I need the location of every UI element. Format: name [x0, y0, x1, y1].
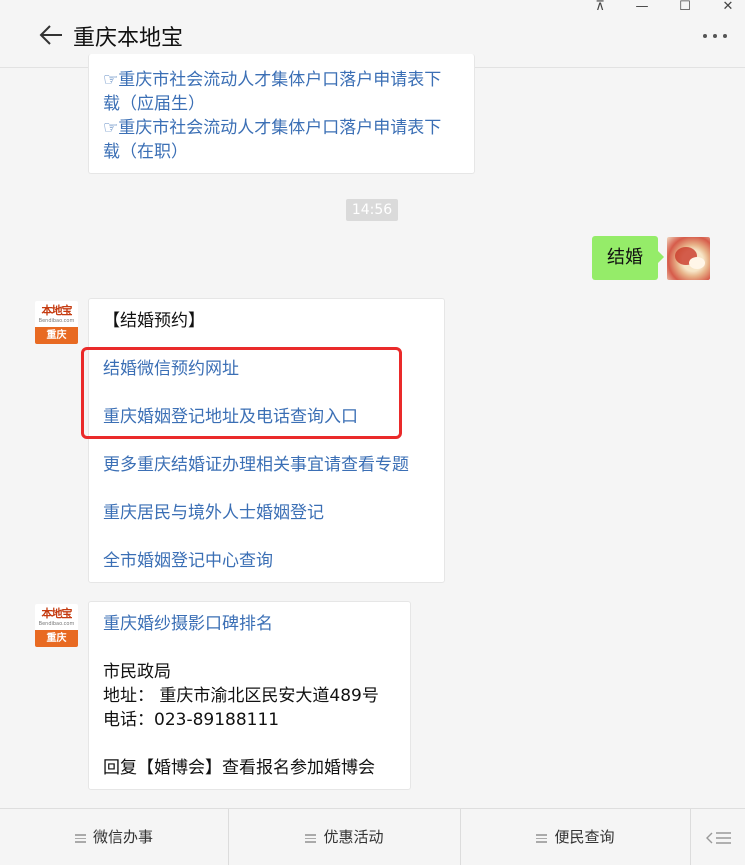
bendibao-avatar[interactable]: 本地宝 Bendibao.com 重庆 — [35, 604, 78, 647]
avatar-brand: 本地宝 — [41, 304, 73, 317]
maximize-icon[interactable]: ☐ — [670, 0, 700, 16]
message-timestamp: 14:56 — [346, 199, 398, 221]
menu-label: 优惠活动 — [323, 828, 384, 846]
close-icon[interactable]: ✕ — [713, 0, 743, 16]
bottom-menu-bar: 微信办事 优惠活动 便民查询 — [0, 808, 745, 865]
menu-convenience-query[interactable]: 便民查询 — [461, 809, 690, 865]
link-collective-hukou-employed-cont[interactable]: 载（在职） — [103, 140, 188, 164]
minimize-icon[interactable]: — — [627, 0, 657, 16]
menu-wechat-services[interactable]: 微信办事 — [0, 809, 228, 865]
avatar-domain: Bendibao.com — [38, 621, 75, 627]
reply-message-bubble-1: 【结婚预约】 结婚微信预约网址 重庆婚姻登记地址及电话查询入口 更多重庆结婚证办… — [88, 298, 445, 583]
reply-footer: 回复【婚博会】查看报名参加婚博会 — [103, 758, 375, 778]
menu-divider — [690, 809, 691, 865]
bendibao-avatar[interactable]: 本地宝 Bendibao.com 重庆 — [35, 301, 78, 344]
menu-promotions[interactable]: 优惠活动 — [229, 809, 460, 865]
avatar-domain: Bendibao.com — [38, 318, 75, 324]
link-collective-hukou-employed[interactable]: ☞重庆市社会流动人才集体户口落户申请表下 — [103, 116, 441, 140]
more-options-icon[interactable] — [703, 28, 729, 42]
reply-heading: 【结婚预约】 — [103, 311, 205, 331]
back-arrow-icon[interactable] — [38, 22, 64, 48]
chat-title: 重庆本地宝 — [73, 26, 184, 51]
menu-list-icon — [536, 834, 548, 843]
avatar-brand: 本地宝 — [41, 607, 73, 620]
keyboard-switch-icon[interactable] — [706, 831, 732, 845]
sent-message-bubble: 结婚 — [592, 236, 664, 280]
red-highlight-box — [81, 347, 402, 439]
previous-message-bubble: ☞重庆市社会流动人才集体户口落户申请表下 载（应届生） ☞重庆市社会流动人才集体… — [88, 54, 475, 174]
user-avatar[interactable] — [667, 237, 710, 280]
menu-label: 微信办事 — [92, 828, 153, 846]
link-collective-hukou-graduate[interactable]: ☞重庆市社会流动人才集体户口落户申请表下 — [103, 68, 441, 92]
link-foreign-marriage-registration[interactable]: 重庆居民与境外人士婚姻登记 — [103, 501, 324, 525]
avatar-city: 重庆 — [35, 327, 78, 344]
link-wedding-photo-ranking[interactable]: 重庆婚纱摄影口碑排名 — [103, 612, 273, 636]
menu-label: 便民查询 — [554, 828, 615, 846]
avatar-city: 重庆 — [35, 630, 78, 647]
link-collective-hukou-graduate-cont[interactable]: 载（应届生） — [103, 92, 205, 116]
pin-icon[interactable]: ⊼ — [585, 0, 615, 16]
link-marriage-cert-topic[interactable]: 更多重庆结婚证办理相关事宜请查看专题 — [103, 453, 409, 477]
org-phone: 电话：023-89188111 — [103, 710, 280, 730]
link-registry-center-query[interactable]: 全市婚姻登记中心查询 — [103, 549, 273, 573]
menu-list-icon — [305, 834, 317, 843]
menu-list-icon — [74, 834, 86, 843]
org-address: 地址： 重庆市渝北区民安大道489号 — [103, 686, 379, 706]
org-name: 市民政局 — [103, 662, 171, 682]
reply-message-bubble-2: 重庆婚纱摄影口碑排名 市民政局 地址： 重庆市渝北区民安大道489号 电话：02… — [88, 601, 411, 790]
